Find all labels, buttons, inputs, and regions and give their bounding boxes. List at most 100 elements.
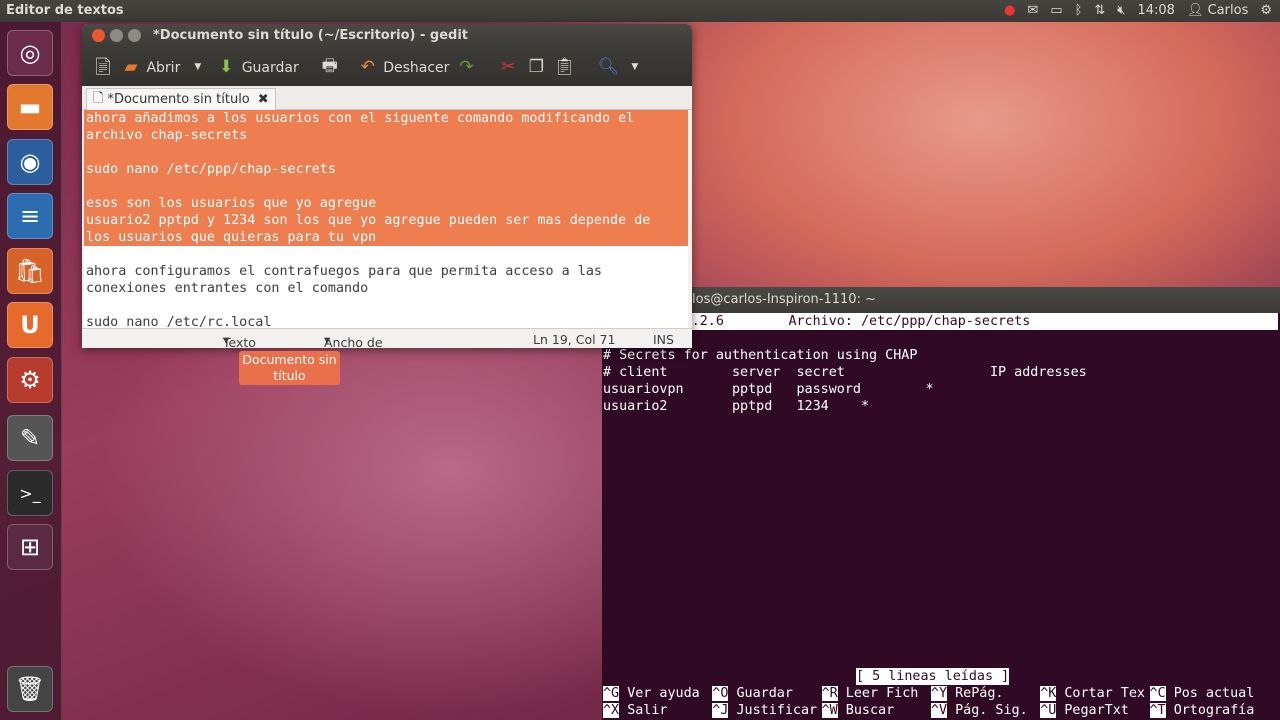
gedit-titlebar[interactable]: *Documento sin título (~/Escritorio) - g…	[82, 24, 692, 48]
search-icon[interactable]: 🔍︎	[597, 56, 620, 78]
power-gear-icon[interactable]: ⚙	[1260, 3, 1272, 18]
tab-width-selector[interactable]: Ancho de la tabulación: 8 ▾	[324, 332, 383, 348]
open-dropdown-icon[interactable]: ▼	[194, 62, 201, 72]
language-selector[interactable]: Texto plano ▾	[223, 332, 256, 348]
mail-icon[interactable]: ✉	[1027, 3, 1038, 18]
shortcut-key: ^V	[930, 703, 948, 718]
ubuntu-dash-icon[interactable]: ◎	[7, 30, 53, 76]
cursor-position: Ln 19, Col 71	[533, 332, 616, 347]
minimize-window-button[interactable]	[110, 29, 123, 42]
tab-document[interactable]: 🗋︎ *Documento sin título ✖	[86, 88, 276, 110]
gedit-window[interactable]: *Documento sin título (~/Escritorio) - g…	[82, 24, 692, 348]
nano-header: 2.2.6 Archivo: /etc/ppp/chap-secrets	[603, 313, 1278, 330]
shortcut-key: ^C	[1149, 686, 1166, 701]
editor-line[interactable]	[84, 178, 688, 195]
editor-line[interactable]: ahora configuramos el contrafuegos para …	[84, 263, 688, 280]
editor-line[interactable]: sudo nano /etc/rc.local	[84, 314, 688, 328]
ubuntu-one-icon[interactable]: U	[7, 302, 53, 348]
editor-line[interactable]	[84, 297, 688, 314]
save-label: Guardar	[241, 60, 299, 76]
file-line[interactable]: usuariovpn pptpd password *	[603, 381, 934, 398]
print-icon[interactable]: 🖶︎	[319, 56, 341, 78]
network-icon[interactable]: ⇅	[1094, 3, 1105, 18]
close-tab-icon[interactable]: ✖	[258, 92, 269, 107]
battery-icon[interactable]: ▭	[1050, 3, 1062, 18]
close-window-button[interactable]	[92, 29, 105, 42]
paste-icon[interactable]: 📋︎	[553, 56, 576, 78]
toolbar: 📄︎ ▰ Abrir ▼ ⬇ Guardar 🖶︎ ↶ Deshacer ↷ ✂…	[82, 48, 692, 86]
undo-button[interactable]: ↶ Deshacer	[357, 56, 450, 78]
terminal-icon[interactable]: >_	[7, 470, 53, 516]
shortcut-label: Justificar	[736, 703, 818, 718]
shortcut-label: Pág. Sig.	[955, 703, 1028, 718]
file-line[interactable]: # client server secret IP addresses	[603, 364, 1087, 381]
maximize-window-button[interactable]	[128, 29, 141, 42]
shortcut-key: ^R	[821, 686, 838, 701]
nano-shortcut: ^J Justificar	[712, 702, 817, 719]
shortcut-key: ^Y	[930, 686, 948, 701]
software-center-icon[interactable]: 🛍︎	[7, 248, 53, 294]
gedit-icon[interactable]: ✎	[7, 415, 53, 461]
tab-bar: 🗋︎ *Documento sin título ✖	[82, 86, 692, 110]
nano-status-message: [ 5 lineas leídas ]	[856, 668, 1010, 685]
language-label: Texto plano	[223, 335, 256, 348]
terminal-title: los@carlos-Inspiron-1110: ~	[692, 292, 876, 307]
editor-line[interactable]: conexiones entrantes con el comando	[84, 280, 688, 297]
text-editor[interactable]: ahora añadimos a los usuarios con el sig…	[84, 110, 688, 328]
shortcut-label: Guardar	[736, 686, 793, 701]
shortcut-key: ^U	[1040, 703, 1057, 718]
workspace-switcher-icon[interactable]: ⊞	[7, 524, 53, 570]
document-icon: 🗋︎	[93, 90, 104, 106]
nano-shortcut: ^K Cortar Tex	[1040, 685, 1145, 702]
nano-shortcut: ^C Pos actual	[1149, 685, 1254, 702]
save-icon: ⬇	[219, 57, 234, 77]
save-button[interactable]: ⬇ Guardar	[215, 56, 299, 78]
status-bar: Texto plano ▾ Ancho de la tabulación: 8 …	[82, 328, 692, 348]
system-settings-icon[interactable]: ⚙	[7, 357, 53, 403]
shortcut-label: Buscar	[845, 703, 895, 718]
copy-icon[interactable]: ❐	[525, 56, 547, 78]
nano-shortcut: ^X Salir	[603, 702, 668, 719]
editor-line[interactable]: ahora añadimos a los usuarios con el sig…	[84, 110, 688, 127]
nano-shortcut: ^Y RePág.	[930, 685, 1003, 702]
editor-line[interactable]: archivo chap-secrets	[84, 127, 688, 144]
shortcut-label: Ver ayuda	[627, 686, 700, 701]
redo-icon[interactable]: ↷	[455, 56, 477, 78]
clock[interactable]: 14:08	[1137, 3, 1174, 18]
recording-icon[interactable]: ●	[1004, 3, 1015, 18]
more-dropdown-icon[interactable]: ▼	[631, 62, 638, 72]
files-icon[interactable]: ▬	[7, 84, 53, 130]
insert-mode: INS	[653, 332, 674, 347]
shortcut-key: ^W	[821, 703, 838, 718]
window-title: *Documento sin título (~/Escritorio) - g…	[153, 28, 469, 43]
editor-line[interactable]	[84, 246, 688, 263]
terminal-titlebar[interactable]: los@carlos-Inspiron-1110: ~	[602, 287, 1280, 313]
shortcut-key: ^X	[603, 703, 620, 718]
bluetooth-icon[interactable]: ᛒ	[1075, 3, 1083, 18]
open-button[interactable]: ▰ Abrir	[120, 56, 180, 78]
shortcut-key: ^T	[1149, 703, 1166, 718]
writer-icon[interactable]: ≡	[7, 193, 53, 239]
terminal-window[interactable]: los@carlos-Inspiron-1110: ~ 2.2.6 Archiv…	[602, 287, 1280, 720]
shortcut-label: Ortografía	[1173, 703, 1255, 718]
file-line[interactable]: usuario2 pptpd 1234 *	[603, 398, 869, 415]
file-line[interactable]: # Secrets for authentication using CHAP	[603, 347, 917, 364]
new-document-icon[interactable]: 📄︎	[92, 56, 114, 78]
nano-shortcut: ^T Ortografía	[1149, 702, 1255, 719]
cut-icon[interactable]: ✂	[497, 56, 519, 78]
launcher: ◎ ▬ ◉ ≡ 🛍︎ U ⚙ ✎ >_ ⊞ 🗑︎	[0, 22, 62, 720]
firefox-icon[interactable]: ◉	[7, 139, 53, 185]
tooltip: Documento sin título	[239, 351, 340, 385]
editor-line[interactable]: usuario2 pptpd y 1234 son los que yo agr…	[84, 212, 688, 229]
shortcut-label: PegarTxt	[1064, 703, 1129, 718]
volume-muted-icon[interactable]: 🔇︎	[1117, 3, 1125, 18]
editor-line[interactable]	[84, 144, 688, 161]
shortcut-key: ^J	[712, 703, 729, 718]
editor-line[interactable]: sudo nano /etc/ppp/chap-secrets	[84, 161, 688, 178]
nano-file: Archivo: /etc/ppp/chap-secrets	[788, 314, 1031, 329]
trash-icon[interactable]: 🗑︎	[7, 666, 53, 712]
app-name: Editor de textos	[6, 3, 124, 18]
user-menu[interactable]: 👤︎ Carlos	[1187, 3, 1248, 18]
editor-line[interactable]: esos son los usuarios que yo agregue	[84, 195, 688, 212]
editor-line[interactable]: los usuarios que quieras para tu vpn	[84, 229, 688, 246]
